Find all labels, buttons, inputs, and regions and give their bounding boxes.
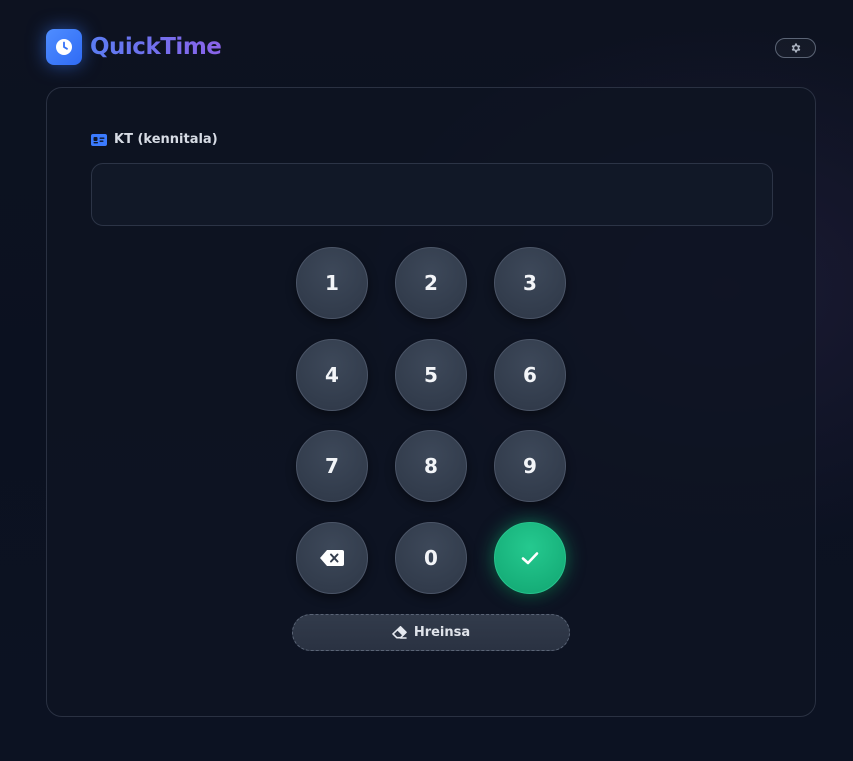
- key-6[interactable]: 6: [494, 338, 566, 411]
- backspace-button[interactable]: [296, 521, 368, 594]
- brand: QuickTime: [46, 29, 222, 65]
- id-card-icon: [91, 133, 107, 146]
- key-9[interactable]: 9: [494, 430, 566, 502]
- key-5[interactable]: 5: [395, 338, 467, 411]
- settings-button[interactable]: [775, 37, 816, 58]
- app-title: QuickTime: [90, 34, 222, 60]
- gear-icon: [790, 42, 802, 54]
- confirm-button[interactable]: [494, 521, 566, 594]
- key-7[interactable]: 7: [296, 430, 368, 502]
- clock-icon: [46, 29, 82, 65]
- key-1[interactable]: 1: [296, 247, 368, 319]
- kt-label: KT (kennitala): [91, 132, 218, 147]
- kt-input[interactable]: [91, 163, 773, 226]
- backspace-icon: [320, 549, 344, 566]
- key-0[interactable]: 0: [395, 521, 467, 594]
- key-2[interactable]: 2: [395, 247, 467, 319]
- key-4[interactable]: 4: [296, 338, 368, 411]
- eraser-icon: [392, 626, 407, 639]
- login-card: KT (kennitala) 1 2 3 4 5 6 7 8 9 0 Hrein…: [46, 87, 816, 717]
- check-icon: [520, 550, 540, 566]
- clear-button-label: Hreinsa: [413, 625, 471, 640]
- app-header: QuickTime: [46, 29, 816, 65]
- numeric-keypad: 1 2 3 4 5 6 7 8 9 0: [296, 247, 568, 594]
- clear-button[interactable]: Hreinsa: [292, 614, 570, 651]
- key-8[interactable]: 8: [395, 430, 467, 502]
- key-3[interactable]: 3: [494, 247, 566, 319]
- kt-label-text: KT (kennitala): [114, 132, 218, 147]
